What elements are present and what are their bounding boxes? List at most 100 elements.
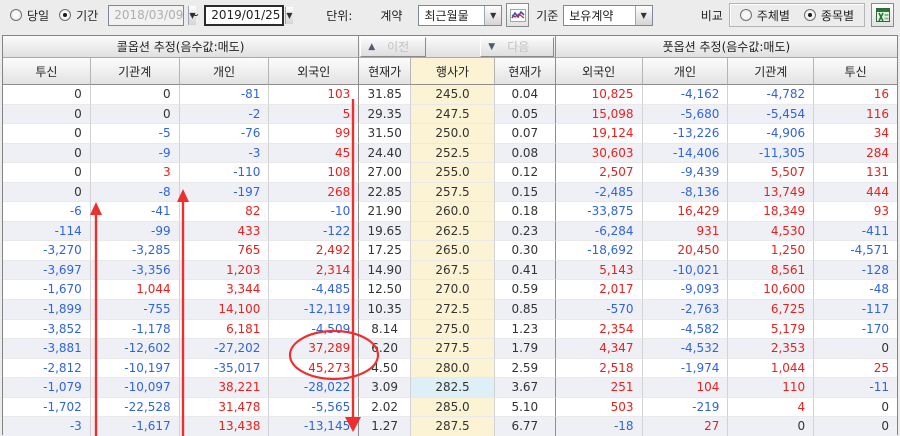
prev-month-button[interactable]: ▲ 이전 [360, 37, 426, 57]
grid-row[interactable]: 0 -9 -3 45 24.40 252.5 0.08 30,603 -14,4… [3, 144, 897, 164]
grid-row[interactable]: -3,697 -3,356 1,203 2,314 14.90 267.5 0.… [3, 261, 897, 281]
cell-call-individual: -3 [180, 144, 270, 164]
cell-call-individual: 6,181 [180, 320, 270, 340]
basis-dropdown-icon[interactable]: ▼ [635, 6, 652, 25]
grid-row[interactable]: -1,702 -22,528 31,478 -5,565 2.02 285.0 … [3, 398, 897, 418]
next-month-button[interactable]: ▼ 다음 [480, 37, 553, 57]
contract-month-dropdown-icon[interactable]: ▼ [484, 6, 501, 25]
grid-row[interactable]: 0 0 -2 5 29.35 247.5 0.05 15,098 -5,680 … [3, 105, 897, 125]
prev-button-label: 이전 [387, 38, 409, 55]
cell-strike-price: 267.5 [411, 261, 495, 281]
cell-call-price: 22.85 [359, 183, 411, 203]
grid-row[interactable]: -114 -99 433 -122 19.65 262.5 0.23 -6,28… [3, 222, 897, 242]
cell-call-individual: 1,203 [180, 261, 270, 281]
header-call-individual: 개인 [180, 58, 270, 85]
cell-call-institution: 1,044 [91, 280, 180, 300]
radio-by-item[interactable]: 종목별 [804, 7, 854, 24]
cell-call-institution: -8 [91, 183, 180, 203]
grid-row[interactable]: 0 -5 -76 99 31.50 250.0 0.07 19,124 -13,… [3, 124, 897, 144]
grid-row[interactable]: -1,670 1,044 3,344 -4,485 12.50 270.0 0.… [3, 280, 897, 300]
grid-row[interactable]: 0 3 -110 108 27.00 255.0 0.12 2,507 -9,4… [3, 163, 897, 183]
cell-call-price: 29.35 [359, 105, 411, 125]
cell-put-invtrust: 0 [814, 398, 897, 418]
cell-put-price: 3.67 [495, 378, 556, 398]
cell-put-institution: 1,044 [728, 359, 814, 379]
cell-call-invtrust: -3,270 [3, 241, 91, 261]
cell-strike-price: 287.5 [411, 417, 495, 436]
cell-call-institution: -41 [91, 202, 180, 222]
radio-by-investor[interactable]: 주체별 [740, 7, 790, 24]
cell-strike-price: 265.0 [411, 241, 495, 261]
grid-row[interactable]: -3,270 -3,285 765 2,492 17.25 265.0 0.30… [3, 241, 897, 261]
cell-call-individual: -110 [180, 163, 270, 183]
options-grid: 콜옵션 추정(음수값:매도) ▲ 이전 ▼ 다음 풋옵션 추정(음수값:매도) … [2, 35, 898, 435]
cell-put-individual: 104 [643, 378, 729, 398]
cell-call-foreigner: -10 [269, 202, 359, 222]
excel-export-button[interactable] [871, 3, 894, 27]
cell-strike-price: 252.5 [411, 144, 495, 164]
cell-put-foreigner: -18 [556, 417, 643, 436]
cell-put-foreigner: 4,347 [556, 339, 643, 359]
cell-put-price: 2.59 [495, 359, 556, 379]
cell-call-foreigner: 2,492 [269, 241, 359, 261]
cell-call-institution: -1,617 [91, 417, 180, 436]
cell-call-invtrust: 0 [3, 144, 91, 164]
cell-put-invtrust: -411 [814, 222, 897, 242]
date-from-picker[interactable]: 2018/03/09 ▼ [108, 5, 184, 26]
cell-strike-price: 270.0 [411, 280, 495, 300]
cell-call-price: 14.90 [359, 261, 411, 281]
cell-call-price: 3.09 [359, 378, 411, 398]
cell-strike-price: 282.5 [411, 378, 495, 398]
radio-period-label: 기간 [76, 7, 98, 24]
cell-call-foreigner: 5 [269, 105, 359, 125]
radio-daily[interactable]: 당일 [10, 7, 49, 24]
cell-put-price: 0.08 [495, 144, 556, 164]
radio-period[interactable]: 기간 [59, 7, 98, 24]
basis-select[interactable]: 보유계약 ▼ [563, 5, 652, 26]
cell-call-individual: -35,017 [180, 359, 270, 379]
cell-put-price: 1.23 [495, 320, 556, 340]
radio-daily-label: 당일 [27, 7, 49, 24]
date-to-picker[interactable]: 2019/01/25 ▼ [204, 5, 284, 26]
chart-button[interactable] [506, 3, 529, 27]
cell-put-invtrust: -11 [814, 378, 897, 398]
grid-row[interactable]: -6 -41 82 -10 21.90 260.0 0.18 -33,875 1… [3, 202, 897, 222]
cell-put-foreigner: -2,485 [556, 183, 643, 203]
grid-row[interactable]: -2,812 -10,197 -35,017 45,273 4.50 280.0… [3, 359, 897, 379]
cell-strike-price: 250.0 [411, 124, 495, 144]
cell-put-foreigner: -33,875 [556, 202, 643, 222]
grid-row[interactable]: 0 0 -81 103 31.85 245.0 0.04 10,825 -4,1… [3, 85, 897, 105]
grid-row[interactable]: -3,881 -12,602 -27,202 37,289 6.20 277.5… [3, 339, 897, 359]
cell-put-individual: -9,439 [643, 163, 729, 183]
cell-call-invtrust: 0 [3, 85, 91, 105]
cell-put-individual: -4,582 [643, 320, 729, 340]
cell-put-individual: -8,136 [643, 183, 729, 203]
grid-row[interactable]: 0 -8 -197 268 22.85 257.5 0.15 -2,485 -8… [3, 183, 897, 203]
date-to-dropdown-icon[interactable]: ▼ [285, 7, 292, 24]
call-group-header: 콜옵션 추정(음수값:매도) [3, 36, 359, 58]
next-button-label: 다음 [507, 38, 529, 55]
cell-put-foreigner: 251 [556, 378, 643, 398]
cell-put-price: 0.23 [495, 222, 556, 242]
cell-call-invtrust: -1,079 [3, 378, 91, 398]
cell-call-foreigner: -5,565 [269, 398, 359, 418]
cell-call-individual: 13,438 [180, 417, 270, 436]
cell-call-foreigner: 37,289 [269, 339, 359, 359]
cell-put-invtrust: -170 [814, 320, 897, 340]
grid-row[interactable]: -3 -1,617 13,438 -13,145 1.27 287.5 6.77… [3, 417, 897, 436]
cell-call-institution: -99 [91, 222, 180, 242]
grid-row[interactable]: -1,899 -755 14,100 -12,119 10.35 272.5 0… [3, 300, 897, 320]
grid-row[interactable]: -3,852 -1,178 6,181 -4,509 8.14 275.0 1.… [3, 320, 897, 340]
cell-call-invtrust: -3,697 [3, 261, 91, 281]
cell-put-foreigner: -570 [556, 300, 643, 320]
cell-call-price: 24.40 [359, 144, 411, 164]
cell-put-invtrust: -48 [814, 280, 897, 300]
cell-call-institution: -3,356 [91, 261, 180, 281]
options-investor-flow-window: 당일 기간 2018/03/09 ▼ ~ 2019/01/25 ▼ 단위: 계약… [0, 0, 900, 436]
header-put-individual: 개인 [643, 58, 729, 85]
cell-put-individual: -14,406 [643, 144, 729, 164]
cell-put-price: 0.85 [495, 300, 556, 320]
cell-put-institution: 18,349 [728, 202, 814, 222]
contract-month-select[interactable]: 최근월물 ▼ [418, 5, 502, 26]
grid-row[interactable]: -1,079 -10,097 38,221 -28,022 3.09 282.5… [3, 378, 897, 398]
